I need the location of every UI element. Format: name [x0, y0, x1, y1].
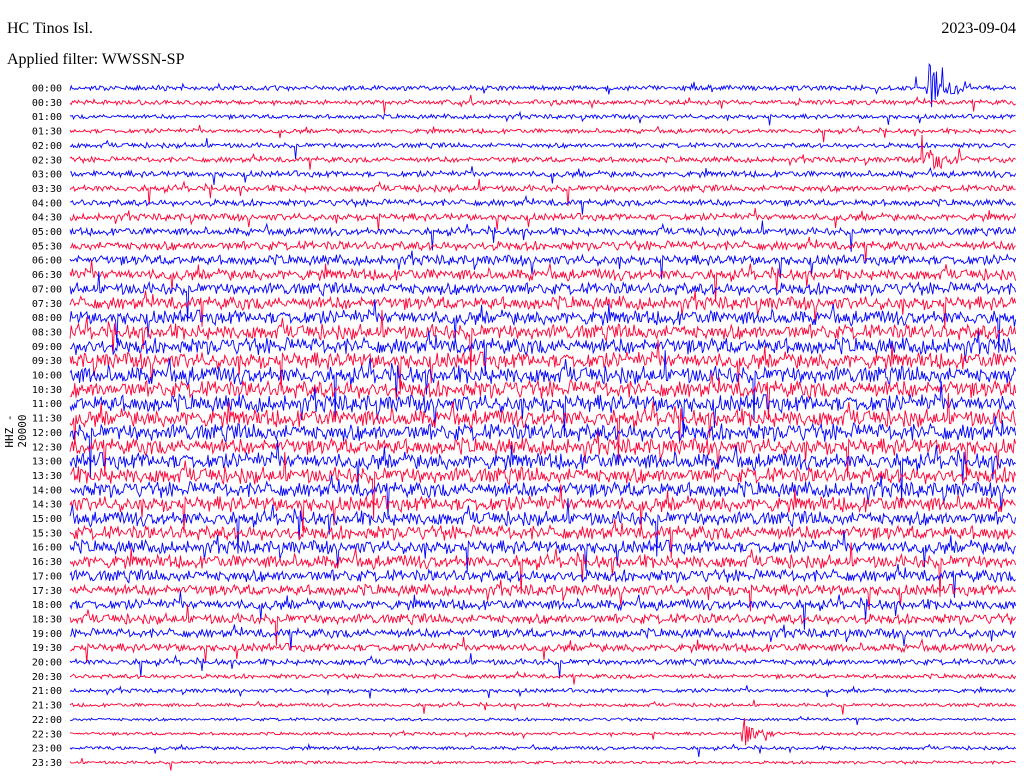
trace-line	[69, 124, 1016, 143]
row-time-label: 01:30	[32, 127, 62, 138]
row-time-label: 00:00	[32, 84, 62, 95]
row-time-label: 23:00	[32, 744, 62, 755]
trace-line	[69, 259, 1017, 303]
trace-line	[69, 604, 1016, 647]
trace-line	[69, 591, 1017, 630]
row-time-label: 21:00	[32, 686, 62, 697]
row-time-label: 20:00	[32, 658, 62, 669]
row-time-label: 19:00	[32, 629, 62, 640]
trace-line	[69, 138, 1016, 160]
trace-line	[69, 134, 1016, 171]
row-time-label: 18:00	[32, 600, 62, 611]
row-time-label: 17:30	[32, 586, 62, 597]
row-time-label: 23:30	[32, 758, 62, 769]
trace-line	[69, 670, 1017, 685]
row-time-label: 10:00	[32, 371, 62, 382]
row-time-label: 09:30	[32, 356, 62, 367]
row-time-label: 14:00	[32, 485, 62, 496]
trace-line	[69, 431, 1017, 478]
trace-line	[69, 178, 1016, 207]
row-time-label: 15:30	[32, 528, 62, 539]
row-time-label: 01:00	[32, 112, 62, 123]
trace-line	[69, 742, 1016, 757]
row-time-label: 05:30	[32, 241, 62, 252]
row-time-label: 04:30	[32, 213, 62, 224]
trace-line	[69, 207, 1017, 231]
row-time-label: 18:30	[32, 614, 62, 625]
row-time-label: 06:00	[32, 256, 62, 267]
trace-line	[69, 757, 1016, 771]
row-time-label: 02:00	[32, 141, 62, 152]
row-time-label: 03:00	[32, 170, 62, 181]
trace-line	[69, 699, 1016, 715]
trace-line	[69, 624, 1017, 650]
row-time-label: 19:30	[32, 643, 62, 654]
row-time-label: 04:00	[32, 198, 62, 209]
trace-line	[69, 299, 1017, 353]
row-time-label: 22:30	[32, 729, 62, 740]
row-time-label: 12:00	[32, 428, 62, 439]
row-time-label: 11:00	[32, 399, 62, 410]
trace-line	[69, 579, 1016, 612]
trace-line	[69, 166, 1017, 185]
row-time-label: 12:30	[32, 442, 62, 453]
row-time-label: 05:00	[32, 227, 62, 238]
row-time-label: 00:30	[32, 98, 62, 109]
trace-line	[69, 685, 1016, 699]
row-time-label: 02:30	[32, 155, 62, 166]
trace-line	[69, 715, 1016, 725]
seismogram-plot: 00:00 00:30 01:00 01:30 02:00 02:30 03:00 03:30…	[32, 62, 1017, 771]
row-time-label: 09:00	[32, 342, 62, 353]
trace-line	[69, 519, 1016, 559]
row-time-label: 13:30	[32, 471, 62, 482]
trace-line	[70, 194, 1016, 215]
row-time-label: 20:30	[32, 672, 62, 683]
row-time-label: 10:30	[32, 385, 62, 396]
row-time-label: 06:30	[32, 270, 62, 281]
row-time-label: 21:30	[32, 701, 62, 712]
trace-line	[69, 637, 1016, 664]
trace-line	[69, 484, 1016, 533]
row-time-label: 17:00	[32, 571, 62, 582]
row-time-label: 14:30	[32, 500, 62, 511]
row-time-label: 16:00	[32, 543, 62, 554]
row-time-label: 03:30	[32, 184, 62, 195]
row-time-label: 13:00	[32, 457, 62, 468]
row-time-label: 15:00	[32, 514, 62, 525]
row-time-label: 08:30	[32, 327, 62, 338]
row-time-label: 07:30	[32, 299, 62, 310]
trace-line	[69, 717, 1016, 746]
row-time-label: 11:30	[32, 414, 62, 425]
row-time-label: 16:30	[32, 557, 62, 568]
trace-line	[69, 271, 1017, 322]
trace-line	[69, 330, 1017, 376]
row-time-label: 07:00	[32, 284, 62, 295]
trace-line	[69, 110, 1016, 126]
row-time-label: 22:00	[32, 715, 62, 726]
row-time-label: 08:00	[32, 313, 62, 324]
trace-line	[69, 94, 1016, 114]
trace-line	[69, 220, 1017, 252]
